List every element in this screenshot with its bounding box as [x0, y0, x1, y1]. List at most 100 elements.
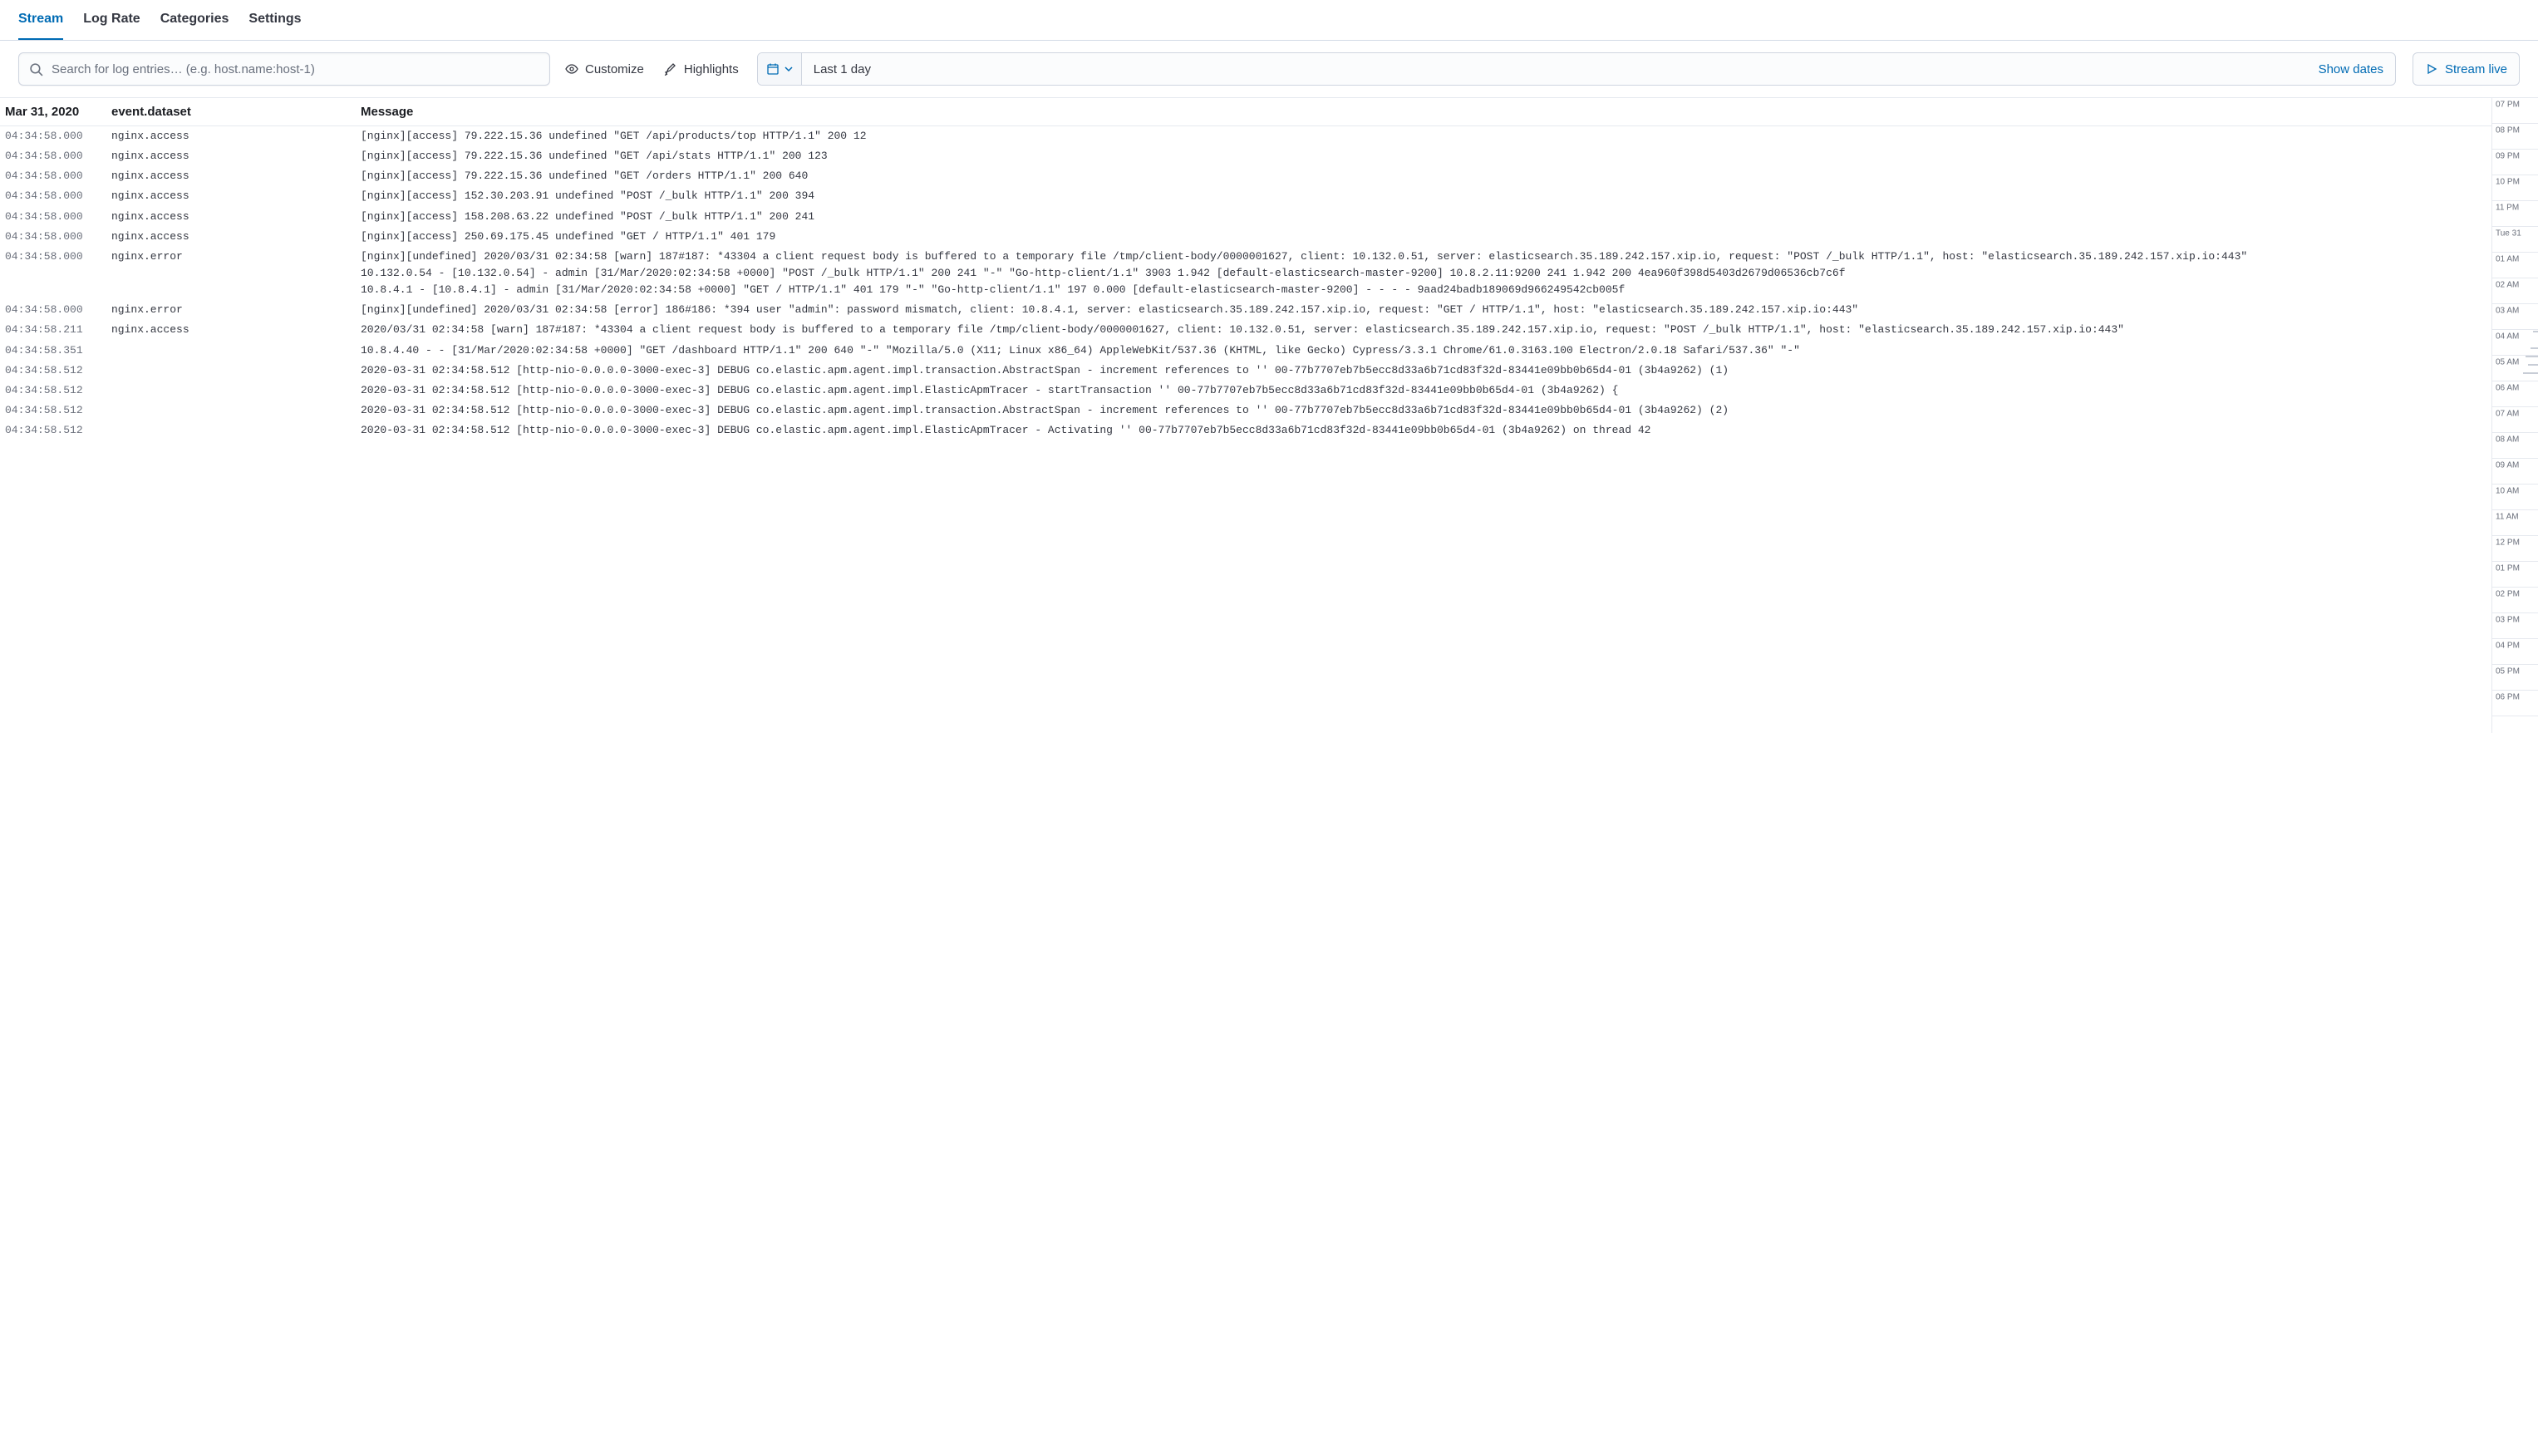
log-timestamp: 04:34:58.512 [5, 402, 111, 419]
log-timestamp: 04:34:58.000 [5, 128, 111, 145]
log-dataset: nginx.error [111, 248, 361, 298]
log-message: [nginx][access] 79.222.15.36 undefined "… [361, 128, 2491, 145]
log-area: Mar 31, 2020 event.dataset Message 04:34… [0, 98, 2491, 733]
log-row[interactable]: 04:34:58.000nginx.error[nginx][undefined… [0, 300, 2491, 320]
minimap-tick-label: 04 AM [2496, 332, 2519, 342]
tab-categories[interactable]: Categories [160, 0, 229, 40]
minimap-tick-label: 03 AM [2496, 307, 2519, 316]
eye-icon [565, 62, 578, 76]
log-dataset: nginx.access [111, 209, 361, 225]
minimap-tick-label: 11 PM [2496, 204, 2519, 213]
tabs-bar: Stream Log Rate Categories Settings [0, 0, 2538, 41]
date-range-text[interactable]: Last 1 day [802, 53, 2307, 85]
highlights-button[interactable]: Highlights [659, 57, 744, 81]
customize-label: Customize [585, 62, 644, 76]
minimap-tick-label: 12 PM [2496, 539, 2520, 548]
log-message: 2020-03-31 02:34:58.512 [http-nio-0.0.0.… [361, 362, 2491, 379]
play-icon [2425, 62, 2438, 76]
minimap-density-bar [2526, 356, 2538, 357]
log-timestamp: 04:34:58.351 [5, 342, 111, 359]
log-row[interactable]: 04:34:58.000nginx.access[nginx][access] … [0, 207, 2491, 227]
log-dataset: nginx.access [111, 229, 361, 245]
minimap-tick-label: 10 AM [2496, 487, 2519, 496]
log-row[interactable]: 04:34:58.35110.8.4.40 - - [31/Mar/2020:0… [0, 341, 2491, 361]
log-dataset [111, 402, 361, 419]
time-minimap[interactable]: 07 PM08 PM09 PM10 PM11 PMTue 3101 AM02 A… [2491, 98, 2538, 733]
minimap-density-bar [2531, 347, 2538, 349]
minimap-tick-label: 05 PM [2496, 667, 2520, 676]
tab-log-rate[interactable]: Log Rate [83, 0, 140, 40]
log-dataset: nginx.access [111, 148, 361, 165]
tab-stream[interactable]: Stream [18, 0, 63, 40]
log-row[interactable]: 04:34:58.5122020-03-31 02:34:58.512 [htt… [0, 401, 2491, 421]
minimap-tick-label: 06 AM [2496, 384, 2519, 393]
log-timestamp: 04:34:58.211 [5, 322, 111, 338]
log-timestamp: 04:34:58.000 [5, 229, 111, 245]
minimap-tick-label: 09 PM [2496, 152, 2520, 161]
log-message: [nginx][access] 250.69.175.45 undefined … [361, 229, 2491, 245]
log-dataset: nginx.error [111, 302, 361, 318]
minimap-density-bar [2523, 372, 2538, 374]
log-row[interactable]: 04:34:58.512 2020-03-31 02:34:58.512 [htt… [0, 421, 2491, 440]
minimap-tick-label: 11 AM [2496, 513, 2519, 522]
log-message: [nginx][undefined] 2020/03/31 02:34:58 [… [361, 248, 2491, 298]
log-row[interactable]: 04:34:58.000nginx.access[nginx][access] … [0, 166, 2491, 186]
log-row[interactable]: 04:34:58.211nginx.access2020/03/31 02:34… [0, 320, 2491, 340]
toolbar: Customize Highlights Last 1 day Show dat… [0, 41, 2538, 98]
log-timestamp: 04:34:58.000 [5, 168, 111, 184]
tab-settings[interactable]: Settings [248, 0, 301, 40]
log-dataset: nginx.access [111, 168, 361, 184]
date-range-group: Last 1 day Show dates [757, 52, 2396, 86]
log-message: 2020-03-31 02:34:58.512 [http-nio-0.0.0.… [361, 382, 2491, 399]
content-area: Mar 31, 2020 event.dataset Message 04:34… [0, 98, 2538, 733]
log-message: [nginx][access] 79.222.15.36 undefined "… [361, 168, 2491, 184]
log-column-headers: Mar 31, 2020 event.dataset Message [0, 98, 2491, 126]
minimap-tick-label: Tue 31 [2496, 229, 2521, 239]
log-row[interactable]: 04:34:58.512 2020-03-31 02:34:58.512 [htt… [0, 361, 2491, 381]
minimap-tick-label: 07 AM [2496, 410, 2519, 419]
minimap-tick-label: 02 PM [2496, 590, 2520, 599]
log-timestamp: 04:34:58.512 [5, 382, 111, 399]
minimap-tick-label: 10 PM [2496, 178, 2520, 187]
log-timestamp: 04:34:58.000 [5, 209, 111, 225]
minimap-tick-label: 08 PM [2496, 126, 2520, 135]
minimap-tick-label: 06 PM [2496, 693, 2520, 702]
log-rows-container[interactable]: 04:34:58.000nginx.access[nginx][access] … [0, 126, 2491, 440]
date-picker-button[interactable] [758, 53, 802, 85]
log-row[interactable]: 04:34:58.000nginx.error[nginx][undefined… [0, 247, 2491, 300]
log-dataset [111, 342, 361, 359]
stream-live-button[interactable]: Stream live [2413, 52, 2520, 86]
log-dataset [111, 362, 361, 379]
minimap-tick-label: 05 AM [2496, 358, 2519, 367]
log-row[interactable]: 04:34:58.512 2020-03-31 02:34:58.512 [htt… [0, 381, 2491, 401]
search-input[interactable] [52, 62, 539, 76]
log-row[interactable]: 04:34:58.000nginx.access[nginx][access] … [0, 146, 2491, 166]
log-dataset: nginx.access [111, 188, 361, 204]
search-box[interactable] [18, 52, 550, 86]
log-dataset: nginx.access [111, 128, 361, 145]
log-timestamp: 04:34:58.000 [5, 248, 111, 298]
log-timestamp: 04:34:58.512 [5, 422, 111, 439]
log-timestamp: 04:34:58.512 [5, 362, 111, 379]
minimap-tick-label: 02 AM [2496, 281, 2519, 290]
log-message: [nginx][access] 79.222.15.36 undefined "… [361, 148, 2491, 165]
log-dataset [111, 382, 361, 399]
log-row[interactable]: 04:34:58.000nginx.access[nginx][access] … [0, 186, 2491, 206]
log-message: 2020/03/31 02:34:58 [warn] 187#187: *433… [361, 322, 2491, 338]
search-icon [29, 62, 43, 76]
minimap-density-bar [2528, 364, 2538, 366]
minimap-tick-label: 09 AM [2496, 461, 2519, 470]
log-row[interactable]: 04:34:58.000nginx.access[nginx][access] … [0, 126, 2491, 146]
chevron-down-icon [785, 65, 793, 73]
show-dates-button[interactable]: Show dates [2307, 53, 2395, 85]
log-timestamp: 04:34:58.000 [5, 302, 111, 318]
highlights-label: Highlights [684, 62, 739, 76]
log-message: 2020-03-31 02:34:58.512 [http-nio-0.0.0.… [361, 422, 2491, 439]
column-header-message: Message [361, 105, 2491, 119]
log-dataset: nginx.access [111, 322, 361, 338]
customize-button[interactable]: Customize [560, 57, 649, 81]
column-header-time: Mar 31, 2020 [5, 105, 111, 119]
calendar-icon [766, 62, 780, 76]
minimap-tick-label: 07 PM [2496, 101, 2520, 110]
log-row[interactable]: 04:34:58.000nginx.access[nginx][access] … [0, 227, 2491, 247]
